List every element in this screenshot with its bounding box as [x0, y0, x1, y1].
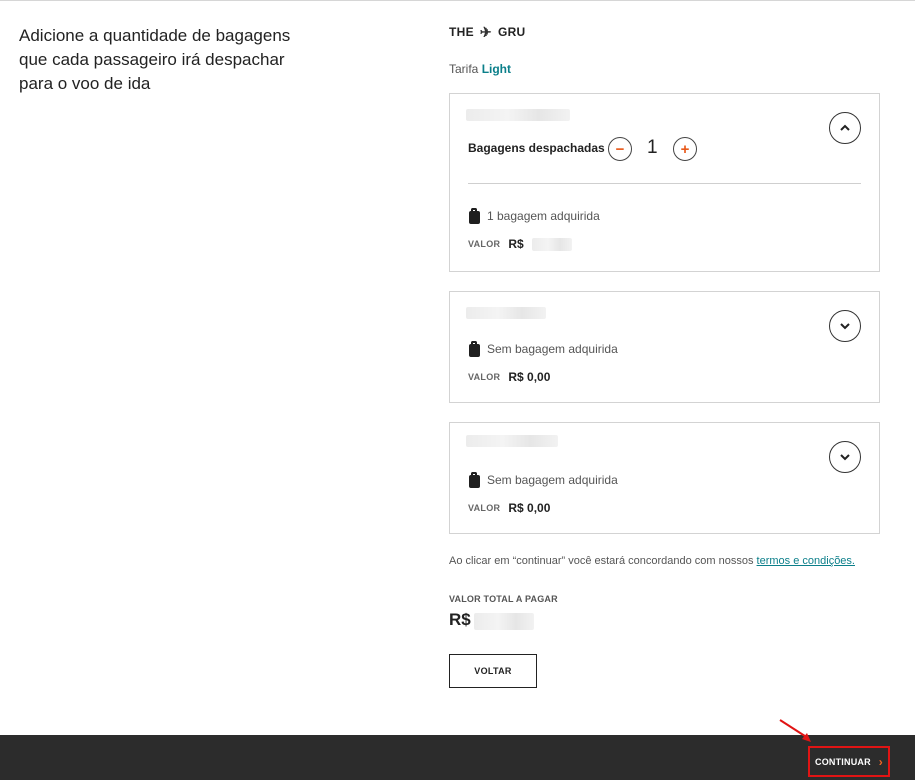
decrement-button[interactable]: −: [608, 137, 632, 161]
passenger-name-redacted: [466, 435, 558, 447]
passenger-card: Bagagens despachadas − 1 + 1 bagagem adq…: [449, 93, 880, 272]
checked-bags-label: Bagagens despachadas: [468, 141, 605, 155]
back-button[interactable]: VOLTAR: [449, 654, 537, 688]
price-row: VALOR R$: [468, 237, 572, 251]
fare-name: Light: [481, 62, 512, 76]
plane-icon: ✈: [479, 24, 492, 40]
price-redacted: [531, 237, 572, 251]
luggage-icon: [468, 341, 480, 357]
flight-route: THE ✈ GRU: [449, 25, 526, 39]
price-label: VALOR: [468, 503, 501, 513]
top-divider: [0, 0, 915, 1]
price-row: VALOR R$ 0,00: [468, 501, 550, 515]
luggage-icon: [468, 472, 480, 488]
total-currency: R$: [449, 610, 471, 629]
total-redacted: [474, 613, 534, 630]
chevron-right-icon: ›: [878, 754, 883, 769]
passenger-card: Sem bagagem adquirida VALOR R$ 0,00: [449, 422, 880, 534]
bag-status-text: Sem bagagem adquirida: [487, 342, 618, 356]
bag-status-row: 1 bagagem adquirida: [468, 208, 600, 224]
page-title: Adicione a quantidade de bagagens que ca…: [19, 26, 291, 93]
continue-label: CONTINUAR: [815, 756, 871, 767]
luggage-icon: [468, 208, 480, 224]
bag-status-text: 1 bagagem adquirida: [487, 209, 600, 223]
total-value: R$: [449, 610, 534, 630]
bag-status-row: Sem bagagem adquirida: [468, 472, 618, 488]
terms-notice: Ao clicar em “continuar” você estará con…: [449, 555, 855, 567]
price-value: R$ 0,00: [508, 370, 551, 384]
terms-link[interactable]: termos e condições.: [757, 555, 855, 567]
increment-button[interactable]: +: [673, 137, 697, 161]
price-label: VALOR: [468, 372, 501, 382]
chevron-down-icon[interactable]: [829, 310, 861, 342]
fare-type: Tarifa Light: [449, 62, 511, 76]
passenger-name-redacted: [466, 307, 546, 319]
passenger-card: Sem bagagem adquirida VALOR R$ 0,00: [449, 291, 880, 403]
price-value: R$: [508, 237, 524, 251]
route-destination: GRU: [497, 25, 526, 39]
terms-text: Ao clicar em “continuar” você estará con…: [449, 555, 754, 567]
chevron-down-icon[interactable]: [829, 441, 861, 473]
fare-prefix: Tarifa: [449, 62, 479, 76]
route-origin: THE: [449, 25, 474, 39]
card-divider: [468, 183, 861, 184]
bag-status-row: Sem bagagem adquirida: [468, 341, 618, 357]
price-label: VALOR: [468, 239, 501, 249]
continue-button[interactable]: CONTINUAR ›: [808, 746, 890, 777]
chevron-up-icon[interactable]: [829, 112, 861, 144]
bag-status-text: Sem bagagem adquirida: [487, 473, 618, 487]
price-value: R$ 0,00: [508, 501, 551, 515]
price-row: VALOR R$ 0,00: [468, 370, 550, 384]
bag-quantity: 1: [647, 137, 658, 158]
passenger-name-redacted: [466, 109, 570, 121]
annotation-arrow-icon: [779, 719, 811, 742]
total-label: VALOR TOTAL A PAGAR: [449, 594, 558, 604]
